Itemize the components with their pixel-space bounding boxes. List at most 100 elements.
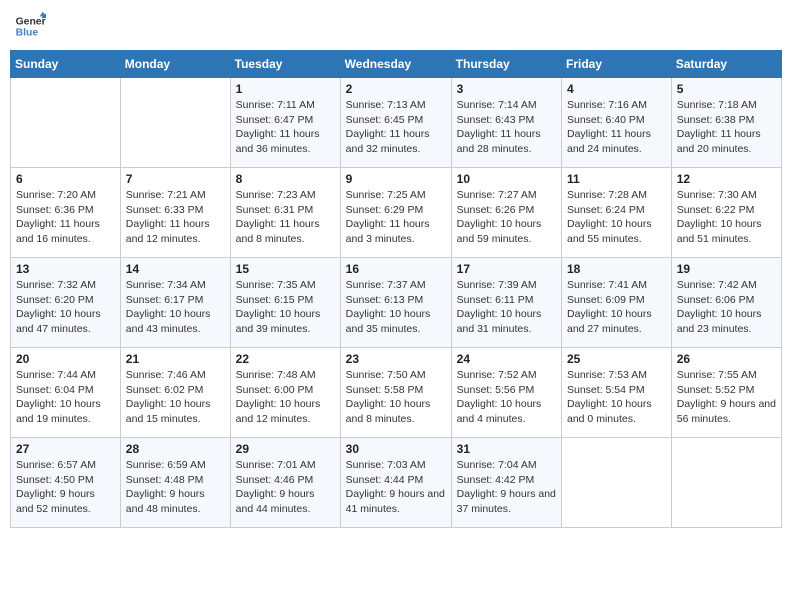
day-info: Sunrise: 7:27 AM Sunset: 6:26 PM Dayligh… [457, 188, 556, 247]
day-info: Sunrise: 7:01 AM Sunset: 4:46 PM Dayligh… [236, 458, 335, 517]
calendar-cell: 12Sunrise: 7:30 AM Sunset: 6:22 PM Dayli… [671, 168, 781, 258]
day-info: Sunrise: 7:20 AM Sunset: 6:36 PM Dayligh… [16, 188, 115, 247]
day-number: 10 [457, 172, 556, 186]
logo-icon: General Blue [14, 10, 46, 42]
logo: General Blue [14, 10, 46, 42]
day-number: 11 [567, 172, 666, 186]
calendar-cell: 10 Sunrise: 7:27 AM Sunset: 6:26 PM Dayli… [451, 168, 561, 258]
calendar-cell: 21 Sunrise: 7:46 AM Sunset: 6:02 PM Dayli… [120, 348, 230, 438]
calendar-body: 1 Sunrise: 7:11 AM Sunset: 6:47 PM Daylig… [11, 78, 782, 528]
day-info: Sunrise: 7:42 AM Sunset: 6:06 PM Dayligh… [677, 278, 776, 337]
calendar-cell: 1 Sunrise: 7:11 AM Sunset: 6:47 PM Daylig… [230, 78, 340, 168]
day-info: Sunrise: 7:23 AM Sunset: 6:31 PM Dayligh… [236, 188, 335, 247]
calendar-cell [562, 438, 672, 528]
day-number: 15 [236, 262, 335, 276]
day-number: 22 [236, 352, 335, 366]
day-number: 6 [16, 172, 115, 186]
week-row-5: 27 Sunrise: 6:57 AM Sunset: 4:50 PM Dayli… [11, 438, 782, 528]
week-row-3: 13 Sunrise: 7:32 AM Sunset: 6:20 PM Dayli… [11, 258, 782, 348]
day-info: Sunrise: 7:03 AM Sunset: 4:44 PM Dayligh… [346, 458, 446, 517]
day-info: Sunrise: 7:25 AM Sunset: 6:29 PM Dayligh… [346, 188, 446, 247]
svg-text:Blue: Blue [16, 28, 39, 39]
calendar-cell: 7Sunrise: 7:21 AM Sunset: 6:33 PM Daylig… [120, 168, 230, 258]
calendar-cell: 15Sunrise: 7:35 AM Sunset: 6:15 PM Dayli… [230, 258, 340, 348]
day-info: Sunrise: 7:37 AM Sunset: 6:13 PM Dayligh… [346, 278, 446, 337]
day-number: 21 [126, 352, 225, 366]
calendar-cell: 3 Sunrise: 7:14 AM Sunset: 6:43 PM Daylig… [451, 78, 561, 168]
day-info: Sunrise: 7:28 AM Sunset: 6:24 PM Dayligh… [567, 188, 666, 247]
calendar-cell: 26 Sunrise: 7:55 AM Sunset: 5:52 PM Dayli… [671, 348, 781, 438]
calendar-cell: 20Sunrise: 7:44 AM Sunset: 6:04 PM Dayli… [11, 348, 121, 438]
calendar-cell: 22 Sunrise: 7:48 AM Sunset: 6:00 PM Dayli… [230, 348, 340, 438]
day-number: 18 [567, 262, 666, 276]
calendar-cell: 28 Sunrise: 6:59 AM Sunset: 4:48 PM Dayli… [120, 438, 230, 528]
page-header: General Blue [10, 10, 782, 42]
calendar-cell: 13 Sunrise: 7:32 AM Sunset: 6:20 PM Dayli… [11, 258, 121, 348]
day-info: Sunrise: 6:57 AM Sunset: 4:50 PM Dayligh… [16, 458, 115, 517]
day-number: 1 [236, 82, 335, 96]
day-info: Sunrise: 6:59 AM Sunset: 4:48 PM Dayligh… [126, 458, 225, 517]
calendar-cell: 6 Sunrise: 7:20 AM Sunset: 6:36 PM Daylig… [11, 168, 121, 258]
day-number: 2 [346, 82, 446, 96]
calendar-cell: 16Sunrise: 7:37 AM Sunset: 6:13 PM Dayli… [340, 258, 451, 348]
day-info: Sunrise: 7:21 AM Sunset: 6:33 PM Dayligh… [126, 188, 225, 247]
day-number: 29 [236, 442, 335, 456]
day-number: 30 [346, 442, 446, 456]
day-number: 4 [567, 82, 666, 96]
day-info: Sunrise: 7:16 AM Sunset: 6:40 PM Dayligh… [567, 98, 666, 157]
day-number: 28 [126, 442, 225, 456]
day-info: Sunrise: 7:32 AM Sunset: 6:20 PM Dayligh… [16, 278, 115, 337]
calendar-cell [11, 78, 121, 168]
day-number: 13 [16, 262, 115, 276]
calendar-cell: 4 Sunrise: 7:16 AM Sunset: 6:40 PM Daylig… [562, 78, 672, 168]
day-info: Sunrise: 7:39 AM Sunset: 6:11 PM Dayligh… [457, 278, 556, 337]
day-number: 26 [677, 352, 776, 366]
calendar-cell: 23 Sunrise: 7:50 AM Sunset: 5:58 PM Dayli… [340, 348, 451, 438]
svg-text:General: General [16, 16, 46, 27]
day-number: 3 [457, 82, 556, 96]
day-info: Sunrise: 7:52 AM Sunset: 5:56 PM Dayligh… [457, 368, 556, 427]
calendar-cell: 25Sunrise: 7:53 AM Sunset: 5:54 PM Dayli… [562, 348, 672, 438]
week-row-4: 20Sunrise: 7:44 AM Sunset: 6:04 PM Dayli… [11, 348, 782, 438]
day-header-sunday: Sunday [11, 51, 121, 78]
day-number: 27 [16, 442, 115, 456]
day-number: 23 [346, 352, 446, 366]
day-number: 17 [457, 262, 556, 276]
day-number: 20 [16, 352, 115, 366]
day-number: 14 [126, 262, 225, 276]
day-number: 8 [236, 172, 335, 186]
day-info: Sunrise: 7:46 AM Sunset: 6:02 PM Dayligh… [126, 368, 225, 427]
day-header-tuesday: Tuesday [230, 51, 340, 78]
day-info: Sunrise: 7:41 AM Sunset: 6:09 PM Dayligh… [567, 278, 666, 337]
calendar-cell: 18 Sunrise: 7:41 AM Sunset: 6:09 PM Dayli… [562, 258, 672, 348]
calendar-cell: 14 Sunrise: 7:34 AM Sunset: 6:17 PM Dayli… [120, 258, 230, 348]
day-info: Sunrise: 7:11 AM Sunset: 6:47 PM Dayligh… [236, 98, 335, 157]
day-info: Sunrise: 7:34 AM Sunset: 6:17 PM Dayligh… [126, 278, 225, 337]
calendar-cell: 8 Sunrise: 7:23 AM Sunset: 6:31 PM Daylig… [230, 168, 340, 258]
calendar-cell: 24 Sunrise: 7:52 AM Sunset: 5:56 PM Dayli… [451, 348, 561, 438]
day-info: Sunrise: 7:48 AM Sunset: 6:00 PM Dayligh… [236, 368, 335, 427]
day-info: Sunrise: 7:13 AM Sunset: 6:45 PM Dayligh… [346, 98, 446, 157]
calendar-cell [120, 78, 230, 168]
calendar-cell [671, 438, 781, 528]
day-number: 24 [457, 352, 556, 366]
day-number: 19 [677, 262, 776, 276]
day-header-monday: Monday [120, 51, 230, 78]
day-number: 25 [567, 352, 666, 366]
day-info: Sunrise: 7:50 AM Sunset: 5:58 PM Dayligh… [346, 368, 446, 427]
day-header-friday: Friday [562, 51, 672, 78]
calendar-table: SundayMondayTuesdayWednesdayThursdayFrid… [10, 50, 782, 528]
day-info: Sunrise: 7:55 AM Sunset: 5:52 PM Dayligh… [677, 368, 776, 427]
calendar-cell: 19 Sunrise: 7:42 AM Sunset: 6:06 PM Dayli… [671, 258, 781, 348]
week-row-2: 6 Sunrise: 7:20 AM Sunset: 6:36 PM Daylig… [11, 168, 782, 258]
calendar-cell: 9Sunrise: 7:25 AM Sunset: 6:29 PM Daylig… [340, 168, 451, 258]
calendar-cell: 2 Sunrise: 7:13 AM Sunset: 6:45 PM Daylig… [340, 78, 451, 168]
day-info: Sunrise: 7:14 AM Sunset: 6:43 PM Dayligh… [457, 98, 556, 157]
calendar-cell: 29 Sunrise: 7:01 AM Sunset: 4:46 PM Dayli… [230, 438, 340, 528]
calendar-cell: 31Sunrise: 7:04 AM Sunset: 4:42 PM Dayli… [451, 438, 561, 528]
day-info: Sunrise: 7:18 AM Sunset: 6:38 PM Dayligh… [677, 98, 776, 157]
calendar-cell: 30 Sunrise: 7:03 AM Sunset: 4:44 PM Dayli… [340, 438, 451, 528]
week-row-1: 1 Sunrise: 7:11 AM Sunset: 6:47 PM Daylig… [11, 78, 782, 168]
day-number: 12 [677, 172, 776, 186]
day-number: 31 [457, 442, 556, 456]
